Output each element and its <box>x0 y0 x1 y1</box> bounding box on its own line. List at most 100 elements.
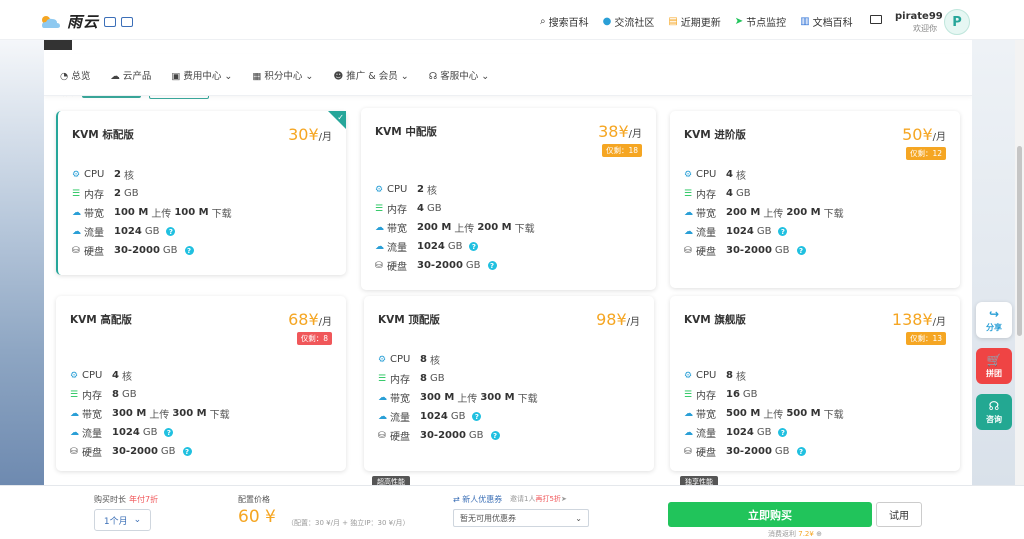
plan-price: 50¥/月 仅剩：12 <box>902 125 946 160</box>
spec-bandwidth: ☁ 带宽 200 M 上传 200 M 下载 <box>375 222 535 235</box>
plan-card[interactable]: ✓ KVM 标配版 30¥/月 ⚙ CPU 2 核 ☰ 内存 2 GB ☁ 带宽 100 M 上传… <box>56 111 346 275</box>
plan-specs: ⚙ CPU 2 核 ☰ 内存 2 GB ☁ 带宽 100 M 上传 100 M 下载 ☁ 流量 1024 G… <box>72 165 235 260</box>
top-nav-docs[interactable]: ▥ 文档百科 <box>800 14 852 29</box>
coupon-select[interactable]: 暂无可用优惠券 ⌄ <box>453 509 589 527</box>
previous-section-remnant <box>44 40 424 52</box>
welcome-text: 欢迎你 <box>913 24 937 33</box>
help-icon[interactable]: ? <box>778 428 788 437</box>
popular-badge: 独享性能 <box>680 476 718 485</box>
consult-button[interactable]: ☊ 咨询 <box>976 394 1012 430</box>
trial-button[interactable]: 试用 <box>876 502 922 527</box>
scrollbar[interactable] <box>1015 40 1024 539</box>
user-info[interactable]: pirate99 欢迎你 <box>895 11 943 34</box>
top-bar: 雨云 ⌕ 搜索百科 ● 交流社区 ▤ 近期更新 ➤ 节点监控 ▥ 文档百科 pirate9… <box>0 0 1024 40</box>
help-icon[interactable]: ? <box>487 261 497 270</box>
mail-icon[interactable] <box>870 15 882 24</box>
top-nav-community[interactable]: ● 交流社区 <box>603 14 655 29</box>
bandwidth-icon: ☁ <box>72 207 81 218</box>
help-icon[interactable]: ? <box>796 246 806 255</box>
coupon-invite[interactable]: 邀请1人再打5折➤ <box>510 494 567 504</box>
disk-icon: ⛁ <box>378 430 386 441</box>
spec-disk: ⛁ 硬盘 30-2000 GB? <box>70 442 233 461</box>
file-icon: ▤ <box>668 16 678 27</box>
help-icon[interactable]: ? <box>472 412 482 421</box>
spec-bandwidth: ☁ 带宽 300 M 上传 300 M 下载 <box>378 392 538 405</box>
spec-bandwidth: ☁ 带宽 500 M 上传 500 M 下载 <box>684 408 844 421</box>
plan-price: 138¥/月 仅剩：13 <box>891 310 946 345</box>
subnav-support[interactable]: ☊ 客服中心 ⌄ <box>429 68 489 82</box>
plan-price: 38¥/月 仅剩：18 <box>598 122 642 157</box>
spec-cpu: ⚙ CPU 2 核 <box>375 184 437 197</box>
main-content: ◔ 总览 ☁ 云产品 ▣ 费用中心 ⌄ ▦ 积分中心 ⌄ ☻ 推广 & 会员 ⌄… <box>44 40 972 485</box>
bandwidth-icon: ☁ <box>684 408 693 419</box>
group-buy-button[interactable]: 🛒 拼团 <box>976 348 1012 384</box>
plan-price: 98¥/月 <box>596 310 640 329</box>
avatar[interactable]: P <box>944 9 970 35</box>
plan-price: 68¥/月 仅剩：8 <box>288 310 332 345</box>
scrollbar-thumb[interactable] <box>1017 146 1022 336</box>
help-icon[interactable]: ? <box>182 447 192 456</box>
buy-now-button[interactable]: 立即购买 <box>668 502 872 527</box>
spec-cpu: ⚙ CPU 8 核 <box>378 354 440 367</box>
plan-card[interactable]: KVM 进阶版 50¥/月 仅剩：12 ⚙ CPU 4 核 ☰ 内存 4 GB ☁ 带宽 200… <box>670 111 960 288</box>
plan-card[interactable]: KVM 旗舰版 138¥/月 仅剩：13 ⚙ CPU 8 核 ☰ 内存 16 GB ☁ 带宽 5… <box>670 296 960 471</box>
logo[interactable]: 雨云 <box>40 11 134 32</box>
memory-icon: ☰ <box>684 188 693 199</box>
top-nav-search[interactable]: ⌕ 搜索百科 <box>540 14 589 29</box>
plan-card[interactable]: KVM 中配版 38¥/月 仅剩：18 ⚙ CPU 2 核 ☰ 内存 4 GB ☁ 带宽 200… <box>361 108 656 290</box>
search-icon: ⌕ <box>540 16 546 27</box>
spec-disk: ⛁ 硬盘 30-2000 GB? <box>684 241 847 260</box>
spec-bandwidth: ☁ 带宽 300 M 上传 300 M 下载 <box>70 408 230 421</box>
disk-icon: ⛁ <box>684 446 692 457</box>
book-icon: ▥ <box>800 16 810 27</box>
subnav-overview[interactable]: ◔ 总览 <box>60 68 90 82</box>
subnav-promo[interactable]: ☻ 推广 & 会员 ⌄ <box>333 68 408 82</box>
duration-select[interactable]: 1个月 ⌄ <box>94 509 151 531</box>
user-name: pirate99 <box>895 11 943 22</box>
cpu-icon: ⚙ <box>375 184 384 195</box>
help-icon[interactable]: ? <box>164 428 174 437</box>
price-value: 60 ¥ <box>238 507 276 527</box>
top-nav-updates[interactable]: ▤ 近期更新 <box>668 14 720 29</box>
plan-specs: ⚙ CPU 8 核 ☰ 内存 16 GB ☁ 带宽 500 M 上传 500 M 下载 ☁ 流量 1024… <box>684 366 847 461</box>
stock-badge: 仅剩：8 <box>296 332 332 345</box>
disk-icon: ⛁ <box>72 245 80 256</box>
spec-disk: ⛁ 硬盘 30-2000 GB? <box>378 426 541 445</box>
subnav-billing[interactable]: ▣ 费用中心 ⌄ <box>171 68 232 82</box>
subnav-cloud[interactable]: ☁ 云产品 <box>110 68 151 82</box>
plan-card[interactable]: KVM 高配版 68¥/月 仅剩：8 ⚙ CPU 4 核 ☰ 内存 8 GB ☁ 带宽 300 … <box>56 296 346 471</box>
plan-price: 30¥/月 <box>288 125 332 144</box>
purchase-bar: 购买时长 年付7折 1个月 ⌄ 配置价格 60 ¥ （配置：30 ¥/月 + 独立I… <box>0 485 1024 539</box>
spec-cpu: ⚙ CPU 4 核 <box>70 370 132 383</box>
traffic-icon: ☁ <box>378 411 387 422</box>
top-nav-monitor[interactable]: ➤ 节点监控 <box>735 14 786 29</box>
subnav-points[interactable]: ▦ 积分中心 ⌄ <box>252 68 313 82</box>
popular-badge: 超高性能 <box>372 476 410 485</box>
ab-icon[interactable] <box>121 16 134 27</box>
chevron-down-icon: ⌄ <box>575 513 582 523</box>
price-label: 配置价格 <box>238 495 270 504</box>
spec-disk: ⛁ 硬盘 30-2000 GB? <box>375 256 538 275</box>
image-icon[interactable] <box>104 16 117 27</box>
help-icon[interactable]: ? <box>796 447 806 456</box>
disk-icon: ⛁ <box>70 446 78 457</box>
cart-icon: 🛒 <box>986 353 1002 367</box>
plan-specs: ⚙ CPU 2 核 ☰ 内存 4 GB ☁ 带宽 200 M 上传 200 M 下载 ☁ 流量 1024 G… <box>375 180 538 275</box>
share-button[interactable]: ↪ 分享 <box>976 302 1012 338</box>
rebate-text: 消费返利 7.2¥ ⊕ <box>768 530 822 538</box>
help-icon[interactable]: ? <box>184 246 194 255</box>
cpu-icon: ⚙ <box>684 169 693 180</box>
top-nav: ⌕ 搜索百科 ● 交流社区 ▤ 近期更新 ➤ 节点监控 ▥ 文档百科 <box>540 14 853 29</box>
logo-text: 雨云 <box>67 13 100 31</box>
plan-card[interactable]: KVM 顶配版 98¥/月 ⚙ CPU 8 核 ☰ 内存 8 GB ☁ 带宽 300 M 上传 30… <box>364 296 654 471</box>
help-icon[interactable]: ? <box>490 431 500 440</box>
drop-icon: ● <box>602 16 612 27</box>
cpu-icon: ⚙ <box>684 370 693 381</box>
spec-memory: ☰ 内存 8 GB <box>70 389 137 402</box>
background-art-left <box>0 40 44 485</box>
help-icon[interactable]: ? <box>469 242 479 251</box>
traffic-icon: ☁ <box>72 226 81 237</box>
spec-bandwidth: ☁ 带宽 200 M 上传 200 M 下载 <box>684 207 844 220</box>
help-icon[interactable]: ? <box>166 227 176 236</box>
help-icon[interactable]: ? <box>778 227 788 236</box>
